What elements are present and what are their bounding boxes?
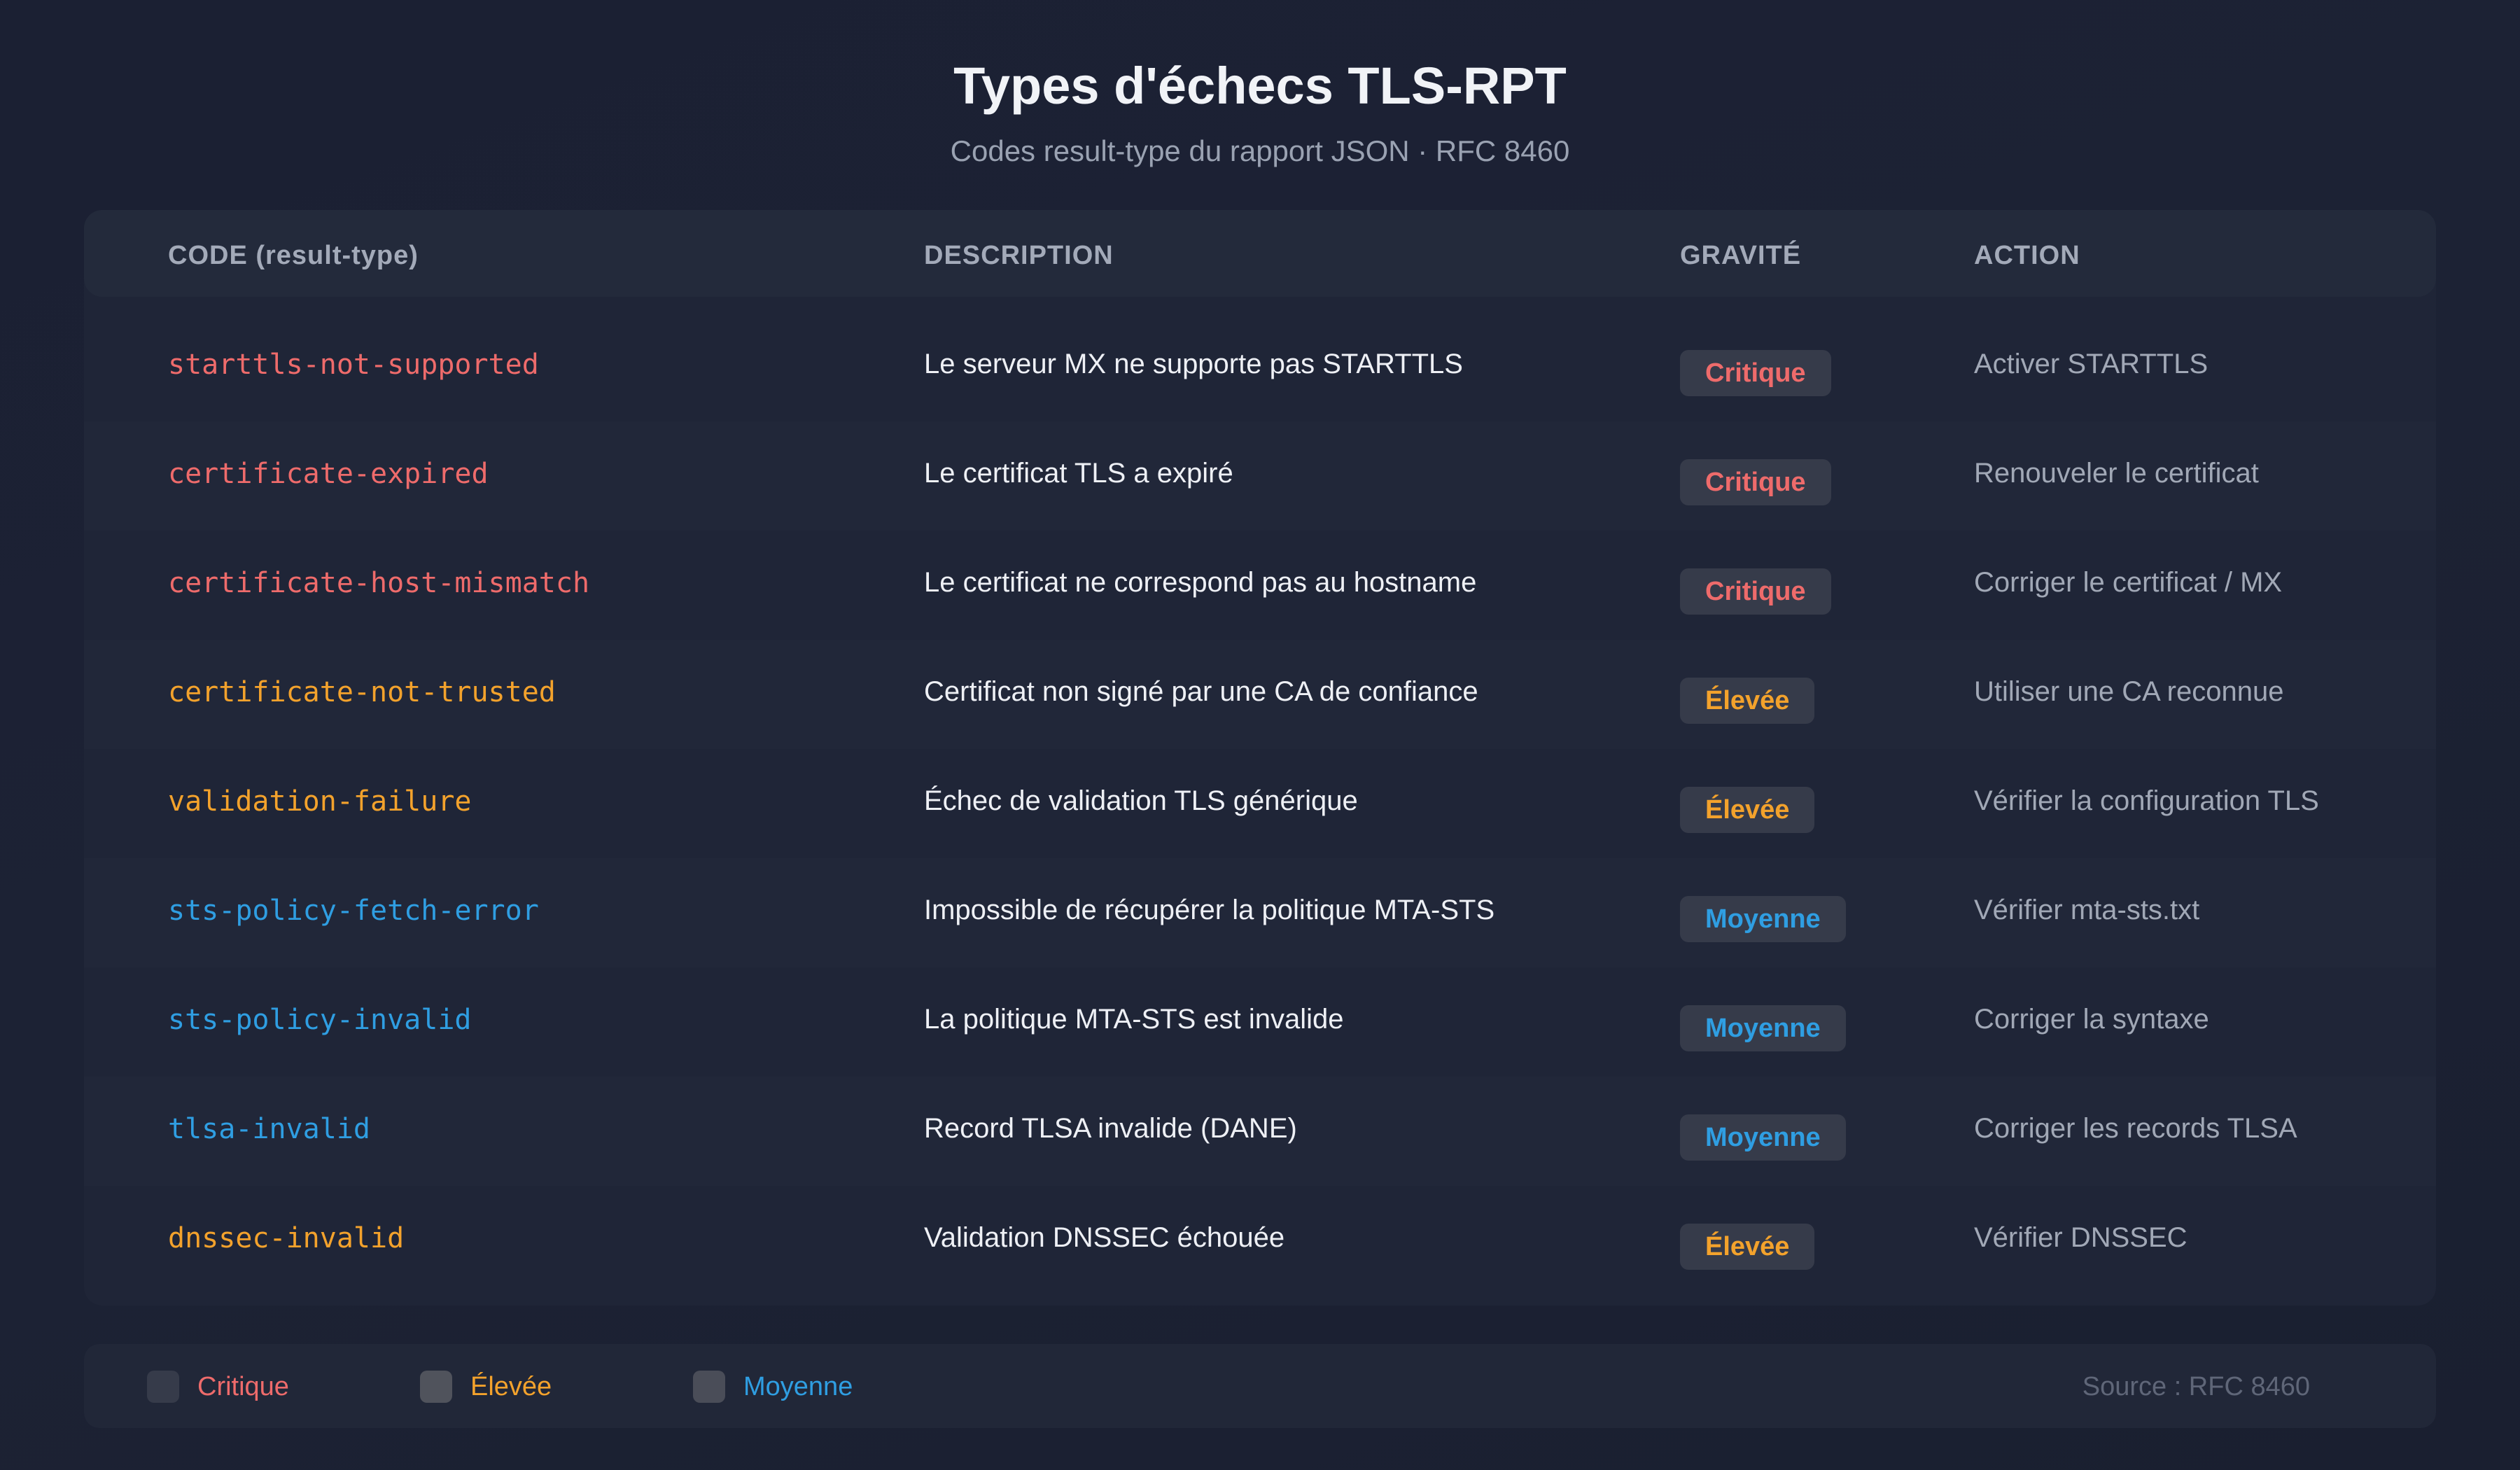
table-row: dnssec-invalid Validation DNSSEC échouée É… — [84, 1186, 2436, 1295]
page-title: Types d'échecs TLS-RPT — [953, 57, 1567, 115]
table-row: sts-policy-invalid La politique MTA-STS e… — [84, 967, 2436, 1077]
table-row: certificate-host-mismatch Le certificat n… — [84, 531, 2436, 640]
result-type-code: certificate-host-mismatch — [168, 567, 590, 599]
failure-description: La politique MTA-STS est invalide — [924, 1004, 1344, 1035]
column-header-code: CODE (result-type) — [168, 241, 419, 270]
result-type-code: starttls-not-supported — [168, 349, 539, 381]
column-header-severity: GRAVITÉ — [1680, 241, 1802, 270]
table-row: sts-policy-fetch-error Impossible de récu… — [84, 858, 2436, 967]
result-type-code: sts-policy-fetch-error — [168, 895, 539, 927]
source-note: Source : RFC 8460 — [2082, 1372, 2310, 1401]
severity-badge: Élevée — [1680, 787, 1815, 833]
result-type-code: certificate-not-trusted — [168, 676, 556, 708]
severity-badge: Élevée — [1680, 678, 1815, 724]
recommended-action: Corriger le certificat / MX — [1974, 567, 2283, 598]
page-subtitle: Codes result-type du rapport JSON · RFC … — [950, 134, 1570, 167]
failure-description: Record TLSA invalide (DANE) — [924, 1113, 1297, 1144]
severity-badge: Moyenne — [1680, 1114, 1846, 1161]
table-row: certificate-expired Le certificat TLS a e… — [84, 421, 2436, 531]
result-type-code: validation-failure — [168, 785, 472, 818]
page: Types d'échecs TLS-RPT Codes result-type… — [0, 0, 2520, 1470]
result-type-code: certificate-expired — [168, 458, 489, 490]
severity-badge: Moyenne — [1680, 1005, 1846, 1051]
recommended-action: Vérifier DNSSEC — [1974, 1222, 2188, 1253]
recommended-action: Utiliser une CA reconnue — [1974, 676, 2284, 707]
column-header-action: ACTION — [1974, 241, 2080, 270]
legend-swatch-elevee — [420, 1371, 452, 1403]
result-type-code: tlsa-invalid — [168, 1113, 370, 1145]
failure-description: Impossible de récupérer la politique MTA… — [924, 895, 1495, 925]
failure-description: Validation DNSSEC échouée — [924, 1222, 1285, 1253]
severity-badge: Critique — [1680, 459, 1831, 505]
table-row: validation-failure Échec de validation TL… — [84, 749, 2436, 858]
legend-swatch-critique — [147, 1371, 179, 1403]
severity-badge: Critique — [1680, 568, 1831, 615]
failure-description: Échec de validation TLS générique — [924, 785, 1358, 816]
table-row: starttls-not-supported Le serveur MX ne s… — [84, 312, 2436, 421]
recommended-action: Renouveler le certificat — [1974, 458, 2259, 489]
column-header-description: DESCRIPTION — [924, 241, 1114, 270]
failure-description: Certificat non signé par une CA de confi… — [924, 676, 1478, 707]
recommended-action: Vérifier mta-sts.txt — [1974, 895, 2200, 925]
failure-types-table: CODE (result-type) DESCRIPTION GRAVITÉ A… — [84, 210, 2436, 1306]
legend-label-elevee: Élevée — [470, 1372, 552, 1401]
table-row: certificate-not-trusted Certificat non si… — [84, 640, 2436, 749]
recommended-action: Vérifier la configuration TLS — [1974, 785, 2319, 816]
legend-swatch-moyenne — [693, 1371, 725, 1403]
recommended-action: Corriger la syntaxe — [1974, 1004, 2209, 1035]
severity-badge: Critique — [1680, 350, 1831, 396]
legend-label-critique: Critique — [197, 1372, 289, 1401]
severity-badge: Élevée — [1680, 1224, 1815, 1270]
result-type-code: dnssec-invalid — [168, 1222, 405, 1254]
severity-legend: Critique Élevée Moyenne Source : RFC 846… — [84, 1344, 2436, 1428]
recommended-action: Activer STARTTLS — [1974, 349, 2208, 379]
recommended-action: Corriger les records TLSA — [1974, 1113, 2297, 1144]
failure-description: Le certificat TLS a expiré — [924, 458, 1233, 489]
legend-label-moyenne: Moyenne — [743, 1372, 853, 1401]
severity-badge: Moyenne — [1680, 896, 1846, 942]
table-header: CODE (result-type) DESCRIPTION GRAVITÉ A… — [84, 210, 2436, 297]
failure-description: Le serveur MX ne supporte pas STARTTLS — [924, 349, 1463, 379]
result-type-code: sts-policy-invalid — [168, 1004, 472, 1036]
table-row: tlsa-invalid Record TLSA invalide (DANE) M… — [84, 1077, 2436, 1186]
failure-description: Le certificat ne correspond pas au hostn… — [924, 567, 1477, 598]
